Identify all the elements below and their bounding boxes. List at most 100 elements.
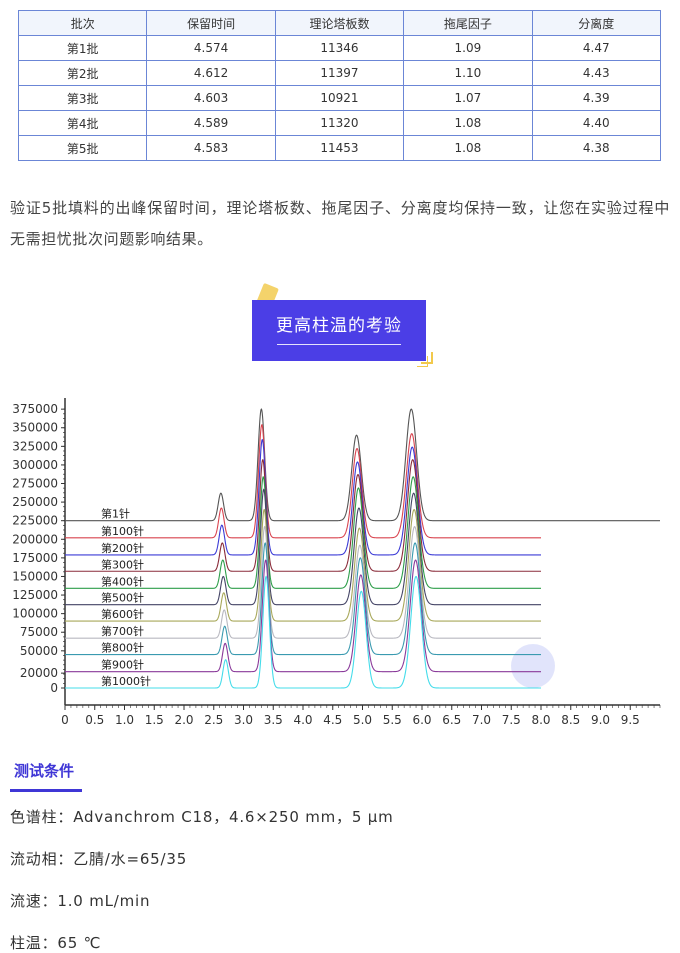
table-cell: 第2批 (17, 60, 148, 86)
header-batch: 批次 (17, 10, 148, 36)
y-tick-label: 375000 (12, 402, 58, 416)
condition-column: 色谱柱：Advanchrom C18，4.6×250 mm，5 μm (10, 808, 394, 826)
y-tick-label: 200000 (12, 532, 58, 546)
table-cell: 第1批 (17, 35, 148, 61)
batch-table: 批次 保留时间 理论塔板数 拖尾因子 分离度 第1批 4.574 11346 1… (17, 10, 662, 161)
trace-label: 第200针 (101, 541, 144, 555)
table-row: 第3批 4.603 10921 1.07 4.39 (17, 85, 662, 111)
table-cell: 1.07 (403, 85, 533, 111)
y-tick-label: 175000 (12, 551, 58, 565)
x-tick-label: 4.5 (323, 713, 342, 727)
trace-label: 第900针 (101, 658, 144, 672)
header-tailing-factor: 拖尾因子 (403, 10, 533, 36)
trace-label: 第700针 (101, 624, 144, 638)
table-cell: 1.09 (403, 35, 533, 61)
x-tick-label: 0 (61, 713, 69, 727)
table-cell: 11346 (274, 35, 405, 61)
condition-flow-rate: 流速：1.0 mL/min (10, 892, 151, 910)
x-tick-label: 7.0 (472, 713, 491, 727)
table-cell: 4.603 (146, 85, 276, 111)
x-tick-label: 0.5 (85, 713, 104, 727)
x-tick-label: 5.0 (353, 713, 372, 727)
watermark-circle (511, 644, 555, 688)
trace-label: 第600针 (101, 607, 144, 621)
x-tick-label: 8.5 (561, 713, 580, 727)
header-plate-number: 理论塔板数 (274, 10, 405, 36)
table-cell: 4.589 (146, 110, 276, 136)
y-tick-label: 50000 (20, 644, 58, 658)
condition-mobile-phase: 流动相：乙腈/水=65/35 (10, 850, 188, 868)
x-tick-label: 9.0 (591, 713, 610, 727)
conditions-title: 测试条件 (14, 762, 75, 780)
x-tick-label: 7.5 (502, 713, 521, 727)
table-cell: 11320 (274, 110, 405, 136)
table-cell: 4.47 (531, 35, 662, 61)
y-tick-label: 20000 (20, 666, 58, 680)
header-resolution: 分离度 (531, 10, 662, 36)
summary-paragraph: 验证5批填料的出峰保留时间，理论塔板数、拖尾因子、分离度均保持一致，让您在实验过… (10, 199, 670, 248)
heading-underline (277, 344, 401, 345)
table-header-row: 批次 保留时间 理论塔板数 拖尾因子 分离度 (17, 10, 662, 36)
table-cell: 1.08 (403, 135, 533, 161)
table-row: 第5批 4.583 11453 1.08 4.38 (17, 135, 662, 161)
y-tick-label: 350000 (12, 421, 58, 435)
y-tick-label: 225000 (12, 514, 58, 528)
table-row: 第1批 4.574 11346 1.09 4.47 (17, 35, 662, 61)
x-tick-label: 3.0 (234, 713, 253, 727)
y-tick-label: 0 (50, 681, 58, 695)
trace-label: 第1000针 (101, 674, 151, 688)
table-cell: 4.612 (146, 60, 276, 86)
table-cell: 10921 (274, 85, 405, 111)
table-cell: 1.10 (403, 60, 533, 86)
trace-label: 第300针 (101, 557, 144, 571)
header-retention-time: 保留时间 (146, 10, 276, 36)
x-tick-label: 1.5 (145, 713, 164, 727)
table-cell: 4.39 (531, 85, 662, 111)
table-cell: 4.40 (531, 110, 662, 136)
table-row: 第2批 4.612 11397 1.10 4.43 (17, 60, 662, 86)
x-tick-label: 3.5 (264, 713, 283, 727)
y-tick-label: 250000 (12, 495, 58, 509)
trace-label: 第500针 (101, 591, 144, 605)
trace-label: 第1针 (101, 507, 130, 521)
trace-label: 第400针 (101, 574, 144, 588)
y-tick-label: 325000 (12, 439, 58, 453)
y-tick-label: 125000 (12, 588, 58, 602)
table-cell: 4.574 (146, 35, 276, 61)
x-tick-label: 8.0 (531, 713, 550, 727)
table-cell: 第5批 (17, 135, 148, 161)
x-tick-label: 6.0 (412, 713, 431, 727)
condition-temperature: 柱温：65 ℃ (10, 934, 102, 952)
table-row: 第4批 4.589 11320 1.08 4.40 (17, 110, 662, 136)
section-heading-badge: 更高柱温的考验 (252, 300, 426, 361)
table-cell: 4.38 (531, 135, 662, 161)
x-tick-label: 5.5 (383, 713, 402, 727)
x-tick-label: 2.0 (174, 713, 193, 727)
conditions-title-underline (10, 789, 82, 792)
x-tick-label: 2.5 (204, 713, 223, 727)
table-cell: 第3批 (17, 85, 148, 111)
trace-label: 第100针 (101, 524, 144, 538)
x-tick-label: 4.0 (293, 713, 312, 727)
x-tick-label: 1.0 (115, 713, 134, 727)
y-tick-label: 300000 (12, 458, 58, 472)
watermark-logo (511, 644, 555, 688)
table-cell: 4.43 (531, 60, 662, 86)
section-heading: 更高柱温的考验 (276, 316, 402, 336)
x-tick-label: 6.5 (442, 713, 461, 727)
chart-trace-labels: 第1针第100针第200针第300针第400针第500针第600针第700针第8… (101, 507, 151, 688)
table-cell: 4.583 (146, 135, 276, 161)
x-tick-label: 9.5 (621, 713, 640, 727)
y-tick-label: 150000 (12, 569, 58, 583)
chromatogram-chart: 0200005000075000100000125000150000175000… (12, 398, 661, 727)
table-cell: 11397 (274, 60, 405, 86)
y-tick-label: 100000 (12, 607, 58, 621)
table-cell: 11453 (274, 135, 405, 161)
y-tick-label: 75000 (20, 625, 58, 639)
y-tick-label: 275000 (12, 477, 58, 491)
chart-traces (65, 408, 660, 689)
table-cell: 第4批 (17, 110, 148, 136)
decor-corner-inner (417, 356, 428, 367)
trace-label: 第800针 (101, 641, 144, 655)
table-cell: 1.08 (403, 110, 533, 136)
